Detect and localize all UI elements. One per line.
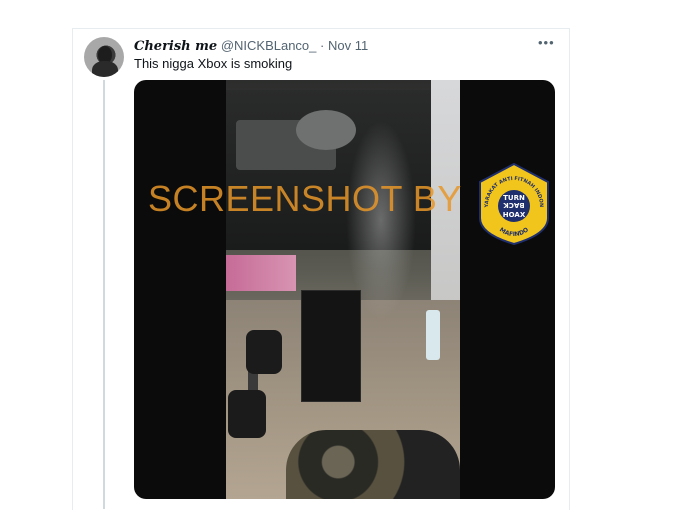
video-frame xyxy=(226,80,460,499)
thread-line xyxy=(103,80,105,509)
badge-text-line: HOAX xyxy=(503,211,526,219)
avatar[interactable] xyxy=(84,37,124,77)
avatar-body xyxy=(92,61,118,77)
more-options-icon[interactable]: ••• xyxy=(538,35,555,50)
video-dumbbell xyxy=(228,390,266,438)
tweet-video[interactable]: SCREENSHOT BY MASYARAKAT ANTI FITNAH IND… xyxy=(134,80,555,499)
display-name[interactable]: Cherish me xyxy=(134,39,217,54)
video-pink-box xyxy=(226,255,296,291)
screenshot-watermark: SCREENSHOT BY xyxy=(148,178,462,219)
badge-text-line: BACK xyxy=(503,201,525,209)
tweet-date[interactable]: Nov 11 xyxy=(328,38,368,53)
video-dumbbell xyxy=(246,330,282,374)
video-xbox-console xyxy=(301,290,361,402)
video-camo-bag xyxy=(286,430,460,499)
badge-text-line: TURN xyxy=(503,194,525,202)
header-separator: · xyxy=(320,38,325,53)
tweet-text: This nigga Xbox is smoking xyxy=(134,56,293,71)
mafindo-badge-logo: MASYARAKAT ANTI FITNAH INDONESIA MAFINDO… xyxy=(476,162,549,246)
user-handle[interactable]: @NICKBLanco_ xyxy=(221,38,317,53)
tweet-header: Cherish me @NICKBLanco_ · Nov 11 xyxy=(134,38,368,54)
video-bottle xyxy=(426,310,440,360)
